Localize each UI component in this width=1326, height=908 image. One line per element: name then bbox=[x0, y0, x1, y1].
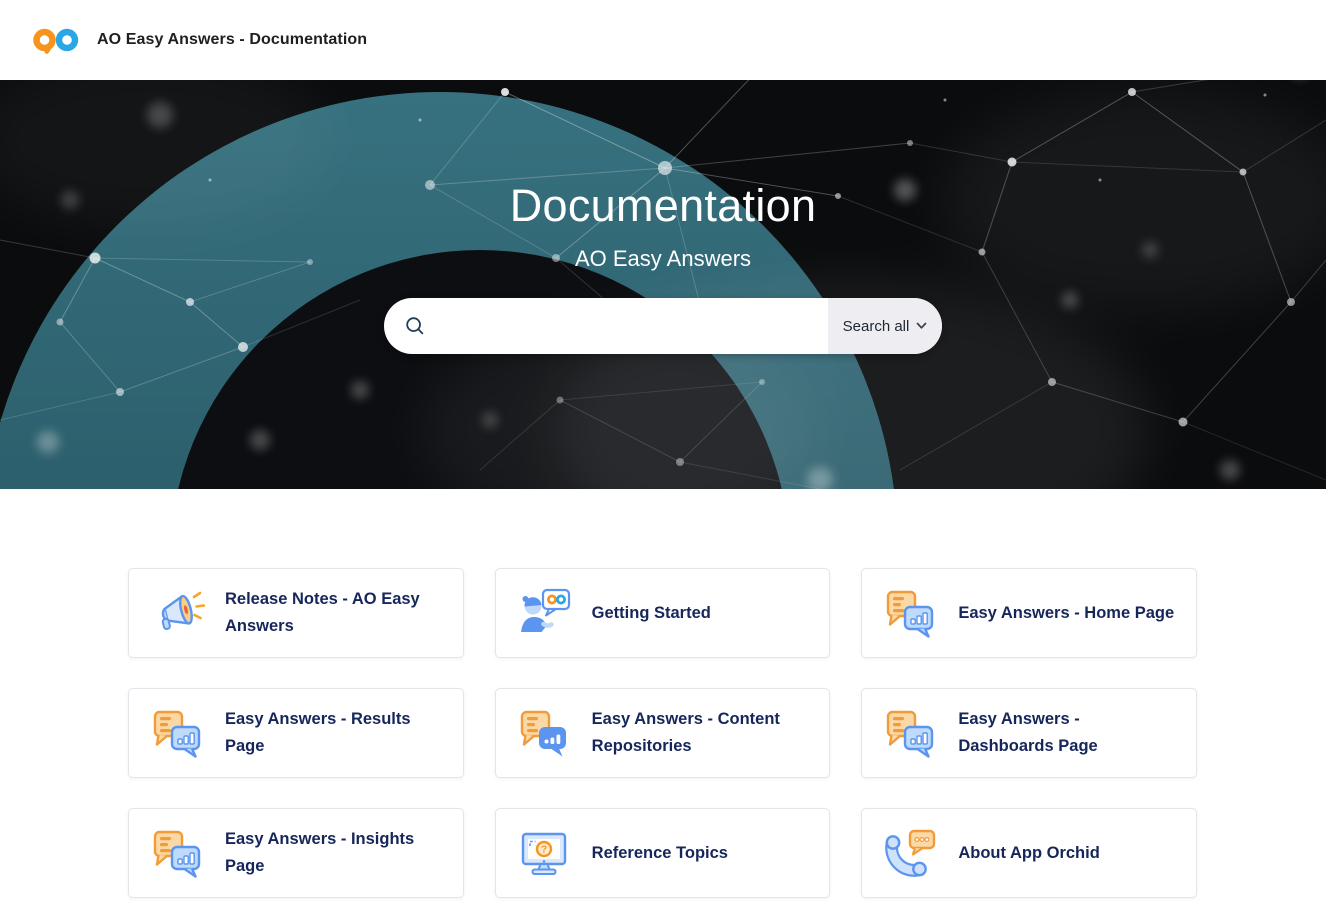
page-title: Documentation bbox=[0, 180, 1326, 232]
search-scope-label: Search all bbox=[843, 318, 910, 335]
card-dashboards-page[interactable]: Easy Answers - Dashboards Page bbox=[861, 688, 1197, 778]
card-label: About App Orchid bbox=[958, 840, 1099, 867]
ao-logo-icon[interactable] bbox=[33, 24, 79, 56]
card-label: Easy Answers - Results Page bbox=[225, 706, 445, 760]
card-insights-page[interactable]: Easy Answers - Insights Page bbox=[128, 808, 464, 898]
app-title: AO Easy Answers - Documentation bbox=[97, 31, 367, 49]
card-release-notes[interactable]: Release Notes - AO Easy Answers bbox=[128, 568, 464, 658]
phone-chat-icon bbox=[882, 825, 938, 881]
page-subtitle: AO Easy Answers bbox=[0, 246, 1326, 272]
card-label: Reference Topics bbox=[592, 840, 728, 867]
top-bar: AO Easy Answers - Documentation bbox=[0, 0, 1326, 80]
chevron-down-icon bbox=[916, 322, 927, 330]
chat-chart-icon bbox=[882, 585, 938, 641]
card-home-page[interactable]: Easy Answers - Home Page bbox=[861, 568, 1197, 658]
card-getting-started[interactable]: Getting Started bbox=[495, 568, 831, 658]
topics-section: Release Notes - AO Easy Answers Getting … bbox=[0, 489, 1326, 908]
card-label: Easy Answers - Insights Page bbox=[225, 826, 445, 880]
card-reference-topics[interactable]: Reference Topics bbox=[495, 808, 831, 898]
search-input[interactable] bbox=[437, 298, 828, 354]
card-about-app-orchid[interactable]: About App Orchid bbox=[861, 808, 1197, 898]
card-label: Release Notes - AO Easy Answers bbox=[225, 586, 445, 640]
chat-chart-icon bbox=[882, 705, 938, 761]
chat-dots-icon bbox=[516, 705, 572, 761]
search-bar: Search all bbox=[384, 298, 942, 354]
hero-banner: Documentation AO Easy Answers Search all bbox=[0, 80, 1326, 489]
card-label: Easy Answers - Home Page bbox=[958, 600, 1174, 627]
card-content-repositories[interactable]: Easy Answers - Content Repositories bbox=[495, 688, 831, 778]
person-chat-icon bbox=[516, 585, 572, 641]
search-icon[interactable] bbox=[384, 316, 437, 336]
card-label: Easy Answers - Content Repositories bbox=[592, 706, 812, 760]
chat-chart-icon bbox=[149, 705, 205, 761]
megaphone-icon bbox=[149, 585, 205, 641]
monitor-question-icon bbox=[516, 825, 572, 881]
search-scope-dropdown[interactable]: Search all bbox=[828, 298, 942, 354]
card-results-page[interactable]: Easy Answers - Results Page bbox=[128, 688, 464, 778]
card-label: Getting Started bbox=[592, 600, 711, 627]
chat-chart-icon bbox=[149, 825, 205, 881]
cards-grid: Release Notes - AO Easy Answers Getting … bbox=[128, 568, 1197, 898]
card-label: Easy Answers - Dashboards Page bbox=[958, 706, 1178, 760]
